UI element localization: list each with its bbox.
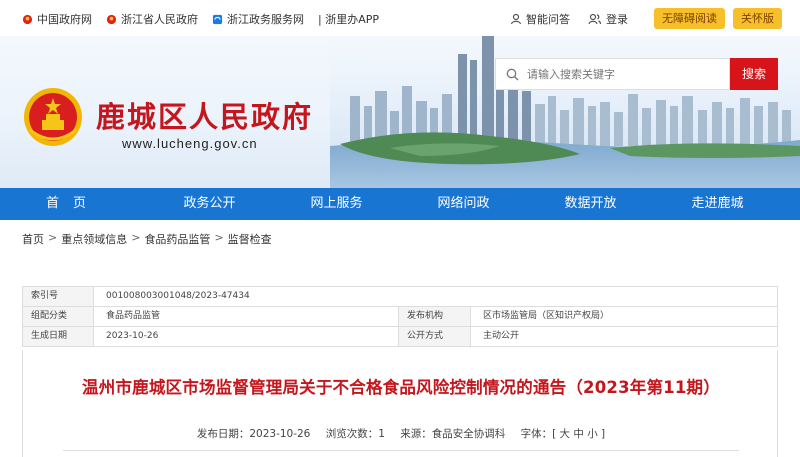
search-icon	[506, 68, 519, 80]
info-row-date: 生成日期 2023-10-26 公开方式 主动公开	[22, 327, 778, 347]
breadcrumb-key-areas[interactable]: 重点领域信息	[61, 231, 127, 247]
link-zhejiang-service-label: 浙江政务服务网	[227, 13, 304, 26]
site-banner: 鹿城区人民政府 www.lucheng.gov.cn 搜索	[0, 36, 800, 188]
smart-qa-label: 智能问答	[526, 12, 570, 26]
article-meta: 发布日期：2023-10-26 浏览次数：1 来源：食品安全协调科 字体：[ 大…	[23, 426, 779, 441]
smart-qa-link[interactable]: 智能问答	[510, 11, 570, 27]
article-panel: 温州市鹿城区市场监督管理局关于不合格食品风险控制情况的通告（2023年第11期）…	[22, 350, 778, 457]
search-button[interactable]: 搜索	[730, 58, 778, 90]
nav-open-data[interactable]: 数据开放	[527, 188, 654, 220]
login-label: 登录	[606, 12, 628, 26]
breadcrumb-food-drug[interactable]: 食品药品监管	[144, 231, 210, 247]
login-link[interactable]: 登录	[588, 11, 628, 27]
info-row-index: 索引号 001008003001048/2023-47434	[22, 287, 778, 307]
site-title: 鹿城区人民政府	[96, 100, 314, 134]
top-links: 中国政府网 浙江省人民政府 浙江政务服务网 | 浙里办APP	[22, 11, 379, 27]
category-label: 组配分类	[22, 307, 94, 326]
service-icon	[212, 14, 223, 24]
info-row-category: 组配分类 食品药品监管 发布机构 区市场监管局（区知识产权局）	[22, 307, 778, 327]
national-emblem-icon	[24, 88, 82, 146]
users-icon	[588, 13, 602, 24]
article-title: 温州市鹿城区市场监督管理局关于不合格食品风险控制情况的通告（2023年第11期）	[82, 378, 720, 397]
site-url: www.lucheng.gov.cn	[122, 136, 258, 151]
nav-home[interactable]: 首页	[0, 188, 146, 220]
font-size-control[interactable]: 字体：[ 大 中 小 ]	[521, 428, 606, 440]
breadcrumb: 首页 > 重点领域信息 > 食品药品监管 > 监督检查	[22, 231, 272, 247]
meta-divider	[63, 450, 739, 451]
main-nav: 首页 政务公开 网上服务 网络问政 数据开放 走进鹿城	[0, 188, 800, 220]
emblem-icon	[22, 14, 33, 24]
accessible-reading-button[interactable]: 无障碍阅读	[654, 8, 725, 29]
document-info-table: 索引号 001008003001048/2023-47434 组配分类 食品药品…	[22, 286, 778, 347]
breadcrumb-supervision[interactable]: 监督检查	[228, 231, 272, 247]
index-value: 001008003001048/2023-47434	[94, 287, 778, 306]
mode-value: 主动公开	[471, 327, 778, 346]
search-box	[495, 58, 730, 90]
breadcrumb-separator: >	[214, 231, 224, 244]
top-right-tools: 智能问答 登录 无障碍阅读 关怀版	[510, 8, 782, 29]
mode-label: 公开方式	[399, 327, 471, 346]
emblem-icon	[106, 14, 117, 24]
breadcrumb-separator: >	[48, 231, 58, 244]
top-bar: 中国政府网 浙江省人民政府 浙江政务服务网 | 浙里办APP 智能问答 登录 无…	[0, 0, 800, 36]
org-label: 发布机构	[399, 307, 471, 326]
article-source: 来源：食品安全协调科	[400, 428, 506, 440]
link-gov-cn[interactable]: 中国政府网	[22, 11, 92, 27]
date-value: 2023-10-26	[94, 327, 399, 346]
org-value: 区市场监管局（区知识产权局）	[471, 307, 778, 326]
link-zhejiang-gov[interactable]: 浙江省人民政府	[106, 11, 198, 27]
breadcrumb-separator: >	[131, 231, 141, 244]
link-zheliban-app[interactable]: | 浙里办APP	[318, 11, 379, 27]
publish-date: 发布日期：2023-10-26	[196, 428, 311, 440]
link-zhejiang-gov-label: 浙江省人民政府	[121, 13, 198, 26]
category-value: 食品药品监管	[94, 307, 399, 326]
nav-government-affairs[interactable]: 政务公开	[146, 188, 273, 220]
nav-online-service[interactable]: 网上服务	[273, 188, 400, 220]
view-count: 浏览次数：1	[325, 428, 385, 440]
nav-about-lucheng[interactable]: 走进鹿城	[654, 188, 781, 220]
link-gov-cn-label: 中国政府网	[37, 13, 92, 26]
elder-mode-button[interactable]: 关怀版	[733, 8, 782, 29]
breadcrumb-home[interactable]: 首页	[22, 231, 44, 247]
search-input[interactable]	[527, 67, 707, 81]
link-zhejiang-service[interactable]: 浙江政务服务网	[212, 11, 304, 27]
nav-online-inquiry[interactable]: 网络问政	[400, 188, 527, 220]
user-icon	[510, 13, 522, 24]
index-label: 索引号	[22, 287, 94, 306]
date-label: 生成日期	[22, 327, 94, 346]
